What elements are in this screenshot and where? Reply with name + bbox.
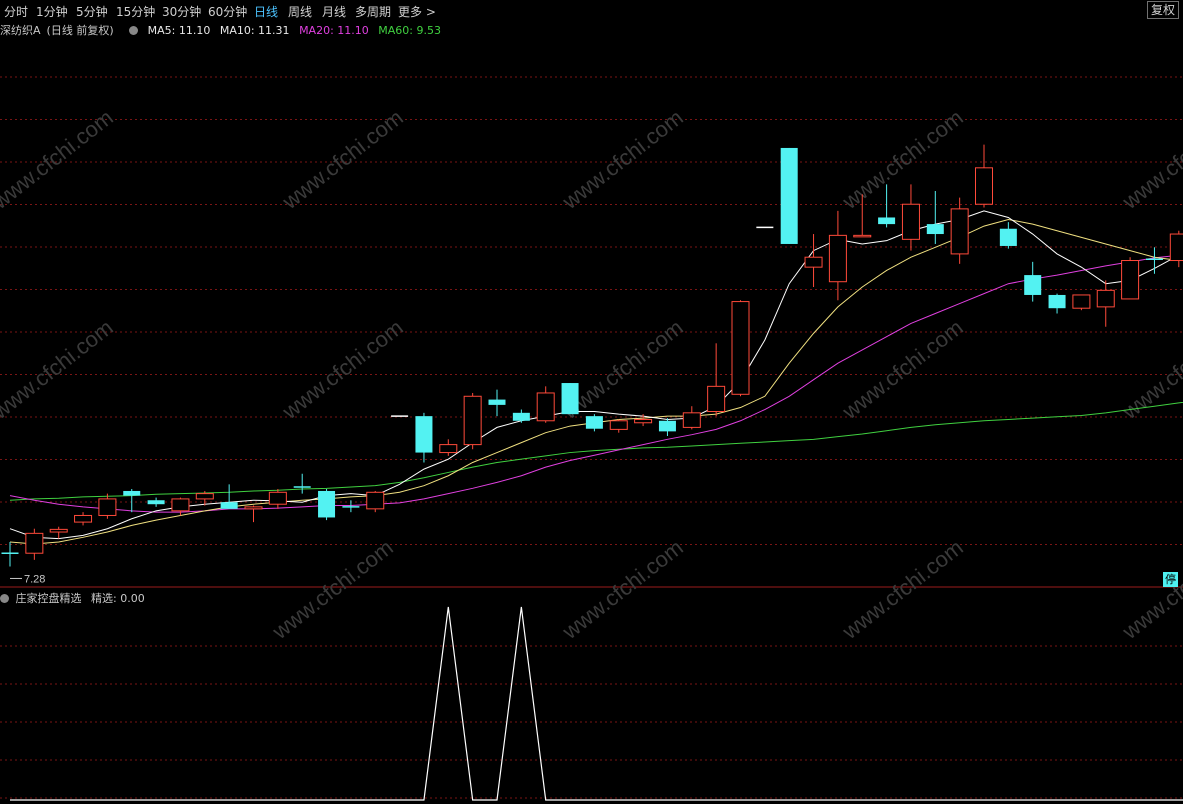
watermark-text: www.cfchi.com	[837, 105, 968, 215]
stop-badge: 停	[1163, 572, 1178, 587]
candle-body	[512, 412, 530, 421]
candle-body	[901, 203, 920, 240]
candle-body	[585, 416, 603, 429]
watermark-text: www.cfchi.com	[0, 315, 118, 425]
candle-body	[536, 392, 555, 422]
candle-body	[244, 506, 263, 510]
candle-body	[74, 514, 93, 523]
candle-body	[1096, 289, 1115, 308]
candle-body	[950, 208, 969, 255]
candle-body	[926, 224, 944, 235]
candle-body	[707, 385, 726, 413]
candle-body	[828, 234, 847, 283]
candle-body	[804, 256, 823, 268]
watermark-text: www.cfchi.com	[1117, 535, 1183, 645]
watermark-text: www.cfchi.com	[1117, 315, 1183, 425]
candle-body	[561, 383, 579, 415]
candle-body	[25, 532, 44, 554]
watermark-text: www.cfchi.com	[837, 535, 968, 645]
candle-body	[780, 147, 798, 244]
watermark-text: www.cfchi.com	[557, 105, 688, 215]
candle-body	[366, 491, 385, 510]
candle-body	[1048, 294, 1066, 309]
watermark-text: www.cfchi.com	[277, 105, 408, 215]
candle-body	[878, 217, 896, 225]
candle-body	[1024, 275, 1042, 295]
candle-body	[318, 490, 336, 518]
indicator-line	[10, 606, 1183, 801]
candle-body	[731, 301, 750, 395]
candle-body	[853, 234, 872, 238]
candle-body	[439, 444, 458, 454]
candle-body	[268, 491, 287, 505]
candle-body	[463, 395, 482, 446]
candle-body	[634, 418, 653, 424]
ma60-line	[9, 401, 1183, 501]
candle-body	[999, 228, 1017, 246]
candle-body	[682, 412, 701, 428]
kline-chart[interactable]: www.cfchi.com www.cfchi.com www.cfchi.com w…	[0, 0, 1183, 804]
low-marker-label: 7.28	[24, 573, 45, 585]
watermark-text: www.cfchi.com	[277, 315, 408, 425]
candle-body	[1121, 260, 1140, 300]
candle-body	[1169, 233, 1183, 262]
watermark-text: www.cfchi.com	[557, 535, 688, 645]
candle-body	[488, 399, 506, 405]
candle-body	[195, 493, 214, 500]
watermark-text: www.cfchi.com	[837, 315, 968, 425]
candle-body	[171, 498, 190, 512]
candle-body	[147, 500, 165, 505]
candle-body	[220, 502, 238, 509]
watermark-text: www.cfchi.com	[1117, 105, 1183, 215]
candle-body	[609, 420, 628, 430]
watermark-text: www.cfchi.com	[0, 105, 118, 215]
candle-body	[49, 528, 68, 533]
candle-body	[98, 498, 117, 516]
candle-body	[975, 167, 993, 205]
candle-body	[123, 490, 141, 496]
candle-body	[415, 416, 433, 453]
candle-body	[1072, 294, 1091, 309]
watermark-text: www.cfchi.com	[267, 535, 398, 645]
candle-body	[658, 420, 676, 432]
